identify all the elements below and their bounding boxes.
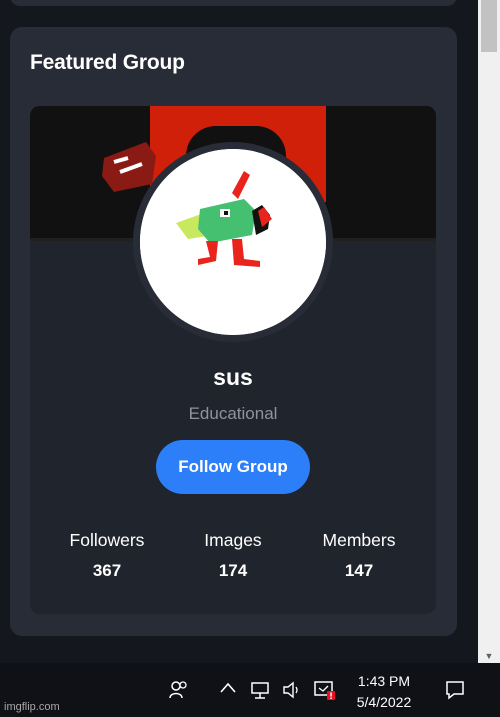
stat-followers: Followers 367 [52,530,162,581]
windows-taskbar: 1:43 PM 5/4/2022 imgflip.com [0,663,500,717]
stat-members: Members 147 [304,530,414,581]
bird-image [140,149,326,335]
stat-label: Members [322,530,396,550]
people-icon[interactable] [168,679,190,706]
network-icon[interactable] [249,679,271,706]
card-title: Featured Group [30,51,185,74]
vertical-scrollbar[interactable]: ▼ [478,0,500,663]
notification-badge-icon[interactable] [313,678,337,707]
group-category: Educational [188,404,278,423]
stat-value: 174 [218,561,248,580]
volume-icon[interactable] [281,679,303,706]
page-content: Featured Group sus Educational Follow Gr… [0,0,478,663]
clock-time: 1:43 PM [357,673,411,689]
clock-date: 5/4/2022 [356,694,412,710]
stat-images: Images 174 [178,530,288,581]
stat-label: Followers [69,530,145,550]
featured-group-card: Featured Group sus Educational Follow Gr… [10,27,457,636]
chevron-up-icon[interactable] [219,681,237,700]
scrollbar-thumb[interactable] [481,0,497,52]
stat-label: Images [204,530,262,550]
scroll-down-arrow-icon[interactable]: ▼ [478,649,500,663]
stat-value: 367 [92,561,122,580]
group-name[interactable]: sus [30,364,436,391]
stat-value: 147 [344,561,374,580]
group-avatar[interactable] [140,149,326,335]
watermark: imgflip.com [4,701,60,713]
previous-card [10,0,457,6]
follow-group-button[interactable]: Follow Group [156,440,310,494]
action-center-icon[interactable] [444,679,466,706]
group-panel: sus Educational Follow Group Followers 3… [30,106,436,614]
taskbar-clock[interactable]: 1:43 PM 5/4/2022 [344,671,424,713]
